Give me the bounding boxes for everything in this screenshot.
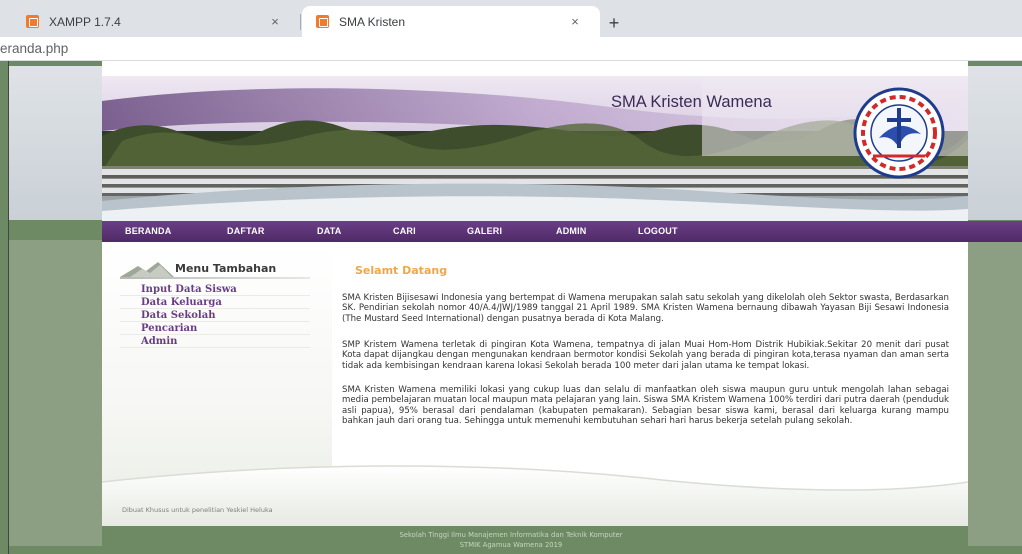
footer-year: STMIK Agamua Wamena 2019 [459,541,563,549]
xampp-favicon-icon [316,15,329,28]
sidebar-item-data-keluarga[interactable]: Data Keluarga [120,296,310,309]
sidebar-title: Menu Tambahan [175,262,277,275]
school-emblem-icon [853,87,945,179]
location-paragraph: SMP Kristem Wamena terletak di pingiran … [342,340,949,371]
sidebar-item-pencarian[interactable]: Pencarian [120,322,310,335]
nav-logout[interactable]: LOGOUT [638,226,678,236]
intro-paragraph: SMA Kristen Bijisesawi Indonesia yang be… [342,293,949,324]
footer-institution: Sekolah Tinggi Ilmu Manajemen Informatik… [399,531,623,539]
main-nav: BERANDA DAFTAR DATA CARI GALERI ADMIN LO… [102,221,1022,242]
tab-separator [300,14,301,30]
tab-label: XAMPP 1.7.4 [49,14,121,29]
tab-sma-kristen[interactable]: SMA Kristen × [302,6,600,37]
nav-daftar[interactable]: DAFTAR [227,226,265,236]
tab-label: SMA Kristen [339,14,406,29]
sidebar-item-input-data-siswa[interactable]: Input Data Siswa [120,283,310,296]
address-bar[interactable]: eranda.php [0,37,1022,61]
school-photo-banner [102,61,968,221]
new-tab-icon[interactable]: + [603,13,625,35]
footer-wave [102,465,968,526]
sidebar-item-data-sekolah[interactable]: Data Sekolah [120,309,310,322]
page-side-left [8,66,102,220]
footer-credit: Dibuat Khusus untuk penelitian Yeskiel H… [122,506,273,514]
frame-edge [8,61,9,554]
nav-beranda[interactable]: BERANDA [125,226,171,236]
welcome-heading: Selamt Datang [355,264,448,277]
sidebar-divider [120,277,310,279]
site-title: SMA Kristen Wamena [611,93,772,111]
page-side-right-lower [968,240,1022,546]
sidebar-menu: Input Data Siswa Data Keluarga Data Seko… [120,283,310,348]
nav-admin[interactable]: ADMIN [556,226,587,236]
xampp-favicon-icon [26,15,39,28]
nav-cari[interactable]: CARI [393,226,416,236]
browser-tab-bar: XAMPP 1.7.4 × SMA Kristen × + [0,0,1022,37]
facility-paragraph: SMA Kristen Wamena memiliki lokasi yang … [342,385,949,427]
tab-xampp[interactable]: XAMPP 1.7.4 × [0,6,300,37]
close-tab-icon[interactable]: × [564,14,586,29]
nav-galeri[interactable]: GALERI [467,226,502,236]
address-url[interactable]: eranda.php [0,41,68,56]
sidebar-item-admin[interactable]: Admin [120,335,310,348]
header-banner [102,61,968,221]
page-side-left-lower [8,240,102,546]
close-tab-icon[interactable]: × [264,14,286,29]
page-side-right [968,66,1022,220]
nav-data[interactable]: DATA [317,226,341,236]
